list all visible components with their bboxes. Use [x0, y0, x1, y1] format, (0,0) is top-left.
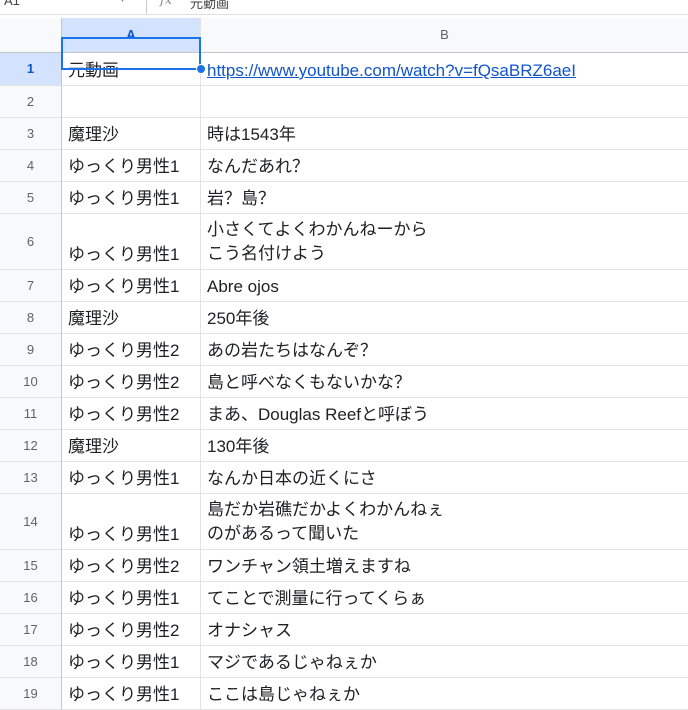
cell-b[interactable]: 岩？島？	[201, 182, 688, 214]
url-link[interactable]: https://www.youtube.com/watch?v=fQsaBRZ6…	[207, 60, 576, 82]
cell-b[interactable]: まあ、Douglas Reefと呼ぼう	[201, 398, 688, 430]
table-row: 18 ゆっくり男性1 マジであるじゃねぇか	[0, 646, 688, 678]
table-row: 3 魔理沙 時は1543年	[0, 118, 688, 150]
row-header[interactable]: 16	[0, 582, 62, 614]
cell-text-line: 小さくてよくわかんねーから	[207, 220, 428, 239]
table-row: 10 ゆっくり男性2 島と呼べなくもないかな？	[0, 366, 688, 398]
table-row: 2	[0, 86, 688, 118]
table-row: 15 ゆっくり男性2 ワンチャン領土増えますね	[0, 550, 688, 582]
cell-b[interactable]: オナシャス	[201, 614, 688, 646]
table-row: 16 ゆっくり男性1 てことで測量に行ってくらぁ	[0, 582, 688, 614]
cell-a[interactable]: ゆっくり男性2	[62, 550, 201, 582]
cell-b[interactable]: 時は1543年	[201, 118, 688, 150]
row-header[interactable]: 12	[0, 430, 62, 462]
name-box[interactable]: A1	[4, 0, 20, 8]
fill-handle[interactable]	[196, 64, 206, 74]
row-header[interactable]: 3	[0, 118, 62, 150]
column-header-row: A B	[0, 18, 688, 53]
cell-text-line: のがあるって聞いた	[207, 524, 360, 543]
table-row: 19 ゆっくり男性1 ここは島じゃねぇか	[0, 678, 688, 710]
cell-b[interactable]: なんだあれ？	[201, 150, 688, 182]
table-row: 13 ゆっくり男性1 なんか日本の近くにさ	[0, 462, 688, 494]
row-header[interactable]: 10	[0, 366, 62, 398]
row-header[interactable]: 15	[0, 550, 62, 582]
table-row: 1 元動画 https://www.youtube.com/watch?v=fQ…	[0, 53, 688, 86]
row-header[interactable]: 17	[0, 614, 62, 646]
cell-b[interactable]: https://www.youtube.com/watch?v=fQsaBRZ6…	[201, 53, 688, 86]
cell-b[interactable]: Abre ojos	[201, 270, 688, 302]
column-header-b[interactable]: B	[201, 18, 688, 53]
row-header[interactable]: 13	[0, 462, 62, 494]
row-header[interactable]: 19	[0, 678, 62, 710]
table-row: 8 魔理沙 250年後	[0, 302, 688, 334]
fx-icon: fx	[160, 0, 173, 8]
cell-a[interactable]: ゆっくり男性1	[62, 678, 201, 710]
row-header[interactable]: 6	[0, 214, 62, 270]
cell-b[interactable]: あの岩たちはなんぞ？	[201, 334, 688, 366]
cell-b[interactable]: ここは島じゃねぇか	[201, 678, 688, 710]
table-row: 7 ゆっくり男性1 Abre ojos	[0, 270, 688, 302]
row-header[interactable]: 18	[0, 646, 62, 678]
row-header[interactable]: 4	[0, 150, 62, 182]
row-header[interactable]: 9	[0, 334, 62, 366]
cell-a[interactable]: ゆっくり男性2	[62, 614, 201, 646]
cell-a[interactable]: ゆっくり男性1	[62, 462, 201, 494]
cell-a[interactable]: ゆっくり男性1	[62, 214, 201, 270]
table-row: 11 ゆっくり男性2 まあ、Douglas Reefと呼ぼう	[0, 398, 688, 430]
cell-b[interactable]: 小さくてよくわかんねーから こう名付けよう	[201, 214, 688, 270]
select-all-corner[interactable]	[0, 18, 62, 53]
table-row: 14 ゆっくり男性1 島だか岩礁だかよくわかんねぇ のがあるって聞いた	[0, 494, 688, 550]
cell-b[interactable]: 島と呼べなくもないかな？	[201, 366, 688, 398]
cell-a[interactable]: 元動画	[62, 53, 201, 86]
cell-b[interactable]: 250年後	[201, 302, 688, 334]
cell-a[interactable]: ゆっくり男性2	[62, 366, 201, 398]
formula-bar: A1 ▾ fx 元動画	[0, 0, 688, 15]
table-row: 4 ゆっくり男性1 なんだあれ？	[0, 150, 688, 182]
cell-b[interactable]: なんか日本の近くにさ	[201, 462, 688, 494]
cell-b[interactable]: ワンチャン領土増えますね	[201, 550, 688, 582]
row-header[interactable]: 14	[0, 494, 62, 550]
cell-a[interactable]: ゆっくり男性1	[62, 582, 201, 614]
cell-a[interactable]: ゆっくり男性1	[62, 646, 201, 678]
row-header[interactable]: 7	[0, 270, 62, 302]
cell-a[interactable]: ゆっくり男性2	[62, 398, 201, 430]
table-row: 9 ゆっくり男性2 あの岩たちはなんぞ？	[0, 334, 688, 366]
cell-a[interactable]: ゆっくり男性2	[62, 334, 201, 366]
formula-input[interactable]: 元動画	[190, 0, 229, 12]
row-header[interactable]: 8	[0, 302, 62, 334]
cell-a[interactable]	[62, 86, 201, 118]
table-row: 6 ゆっくり男性1 小さくてよくわかんねーから こう名付けよう	[0, 214, 688, 270]
cell-text-line: こう名付けよう	[207, 244, 326, 263]
cell-b[interactable]: マジであるじゃねぇか	[201, 646, 688, 678]
cell-a[interactable]: ゆっくり男性1	[62, 150, 201, 182]
cell-a[interactable]: 魔理沙	[62, 118, 201, 150]
formula-bar-divider	[146, 0, 147, 14]
row-header[interactable]: 5	[0, 182, 62, 214]
cell-text-line: 島だか岩礁だかよくわかんねぇ	[207, 500, 445, 519]
chevron-down-icon[interactable]: ▾	[120, 0, 125, 5]
cell-a[interactable]: ゆっくり男性1	[62, 494, 201, 550]
cell-b[interactable]: てことで測量に行ってくらぁ	[201, 582, 688, 614]
cell-a[interactable]: ゆっくり男性1	[62, 182, 201, 214]
column-header-a[interactable]: A	[62, 18, 201, 53]
table-row: 12 魔理沙 130年後	[0, 430, 688, 462]
cell-a[interactable]: 魔理沙	[62, 430, 201, 462]
cell-b[interactable]: 130年後	[201, 430, 688, 462]
row-header[interactable]: 1	[0, 53, 62, 86]
cell-a[interactable]: ゆっくり男性1	[62, 270, 201, 302]
row-header[interactable]: 2	[0, 86, 62, 118]
table-row: 5 ゆっくり男性1 岩？島？	[0, 182, 688, 214]
cell-b[interactable]	[201, 86, 688, 118]
table-row: 17 ゆっくり男性2 オナシャス	[0, 614, 688, 646]
cell-b[interactable]: 島だか岩礁だかよくわかんねぇ のがあるって聞いた	[201, 494, 688, 550]
cell-a[interactable]: 魔理沙	[62, 302, 201, 334]
row-header[interactable]: 11	[0, 398, 62, 430]
